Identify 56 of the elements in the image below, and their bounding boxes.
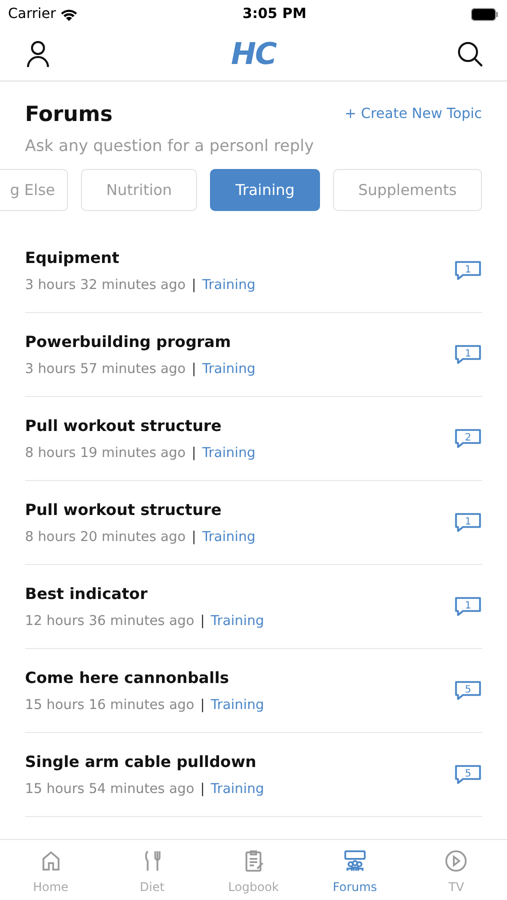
reply-count-icon[interactable]: 1 xyxy=(454,260,482,282)
topic-category-link[interactable]: Training xyxy=(210,696,264,712)
topic-time: 15 hours 16 minutes ago xyxy=(25,696,194,712)
battery-icon xyxy=(471,8,499,20)
reply-count-icon[interactable]: 1 xyxy=(454,512,482,534)
topic-title[interactable]: Powerbuilding program xyxy=(25,332,256,350)
profile-button[interactable] xyxy=(26,40,50,68)
wifi-icon xyxy=(60,8,78,20)
tab-bar-item[interactable]: Logbook xyxy=(202,840,304,900)
app-logo: HC xyxy=(230,36,276,72)
meta-separator: | xyxy=(192,360,196,376)
tab-bar-item[interactable]: Forums xyxy=(304,840,406,900)
tab-bar-item[interactable]: Home xyxy=(0,840,102,900)
topic-time: 8 hours 19 minutes ago xyxy=(25,444,186,460)
play-icon xyxy=(443,848,470,874)
category-tab[interactable]: Supplements xyxy=(332,169,482,211)
topic-category-link[interactable]: Training xyxy=(210,612,264,628)
reply-count-icon[interactable]: 5 xyxy=(454,764,482,786)
topic-title[interactable]: Pull workout structure xyxy=(25,500,256,518)
create-topic-link[interactable]: + Create New Topic xyxy=(344,106,482,122)
reply-count-icon[interactable]: 1 xyxy=(454,596,482,618)
topic-time: 15 hours 54 minutes ago xyxy=(25,780,194,796)
topic-category-link[interactable]: Training xyxy=(202,528,256,544)
topic-time: 12 hours 36 minutes ago xyxy=(25,612,194,628)
topic-category-link[interactable]: Training xyxy=(202,444,256,460)
topic-title[interactable]: Come here cannonballs xyxy=(25,668,264,686)
reply-count-icon[interactable]: 2 xyxy=(454,428,482,450)
topic-time: 3 hours 57 minutes ago xyxy=(25,360,186,376)
page-subtitle: Ask any question for a personl reply xyxy=(25,136,315,155)
meta-separator: | xyxy=(192,444,196,460)
tab-bar-item[interactable]: Diet xyxy=(101,840,203,900)
category-tab[interactable]: Nutrition xyxy=(81,169,198,211)
search-button[interactable] xyxy=(457,41,483,67)
clock-time: 3:05 PM xyxy=(242,6,306,22)
tab-bar-item[interactable]: TV xyxy=(406,840,507,900)
category-tab[interactable]: g Else xyxy=(0,169,68,211)
reply-count-icon[interactable]: 1 xyxy=(454,344,482,366)
topic-category-link[interactable]: Training xyxy=(202,276,256,292)
meta-separator: | xyxy=(200,780,205,796)
topic-title[interactable]: Single arm cable pulldown xyxy=(25,752,264,770)
topic-title[interactable]: Equipment xyxy=(25,248,256,266)
meta-separator: | xyxy=(192,528,196,544)
carrier-label: Carrier xyxy=(8,6,56,22)
topic-title[interactable]: Best indicator xyxy=(25,584,264,602)
group-icon xyxy=(342,848,368,874)
meta-separator: | xyxy=(200,612,205,628)
reply-count-icon[interactable]: 5 xyxy=(454,680,482,702)
topic-category-link[interactable]: Training xyxy=(210,780,264,796)
page-title: Forums xyxy=(25,102,113,126)
meta-separator: | xyxy=(200,696,205,712)
topic-time: 3 hours 32 minutes ago xyxy=(25,276,186,292)
topic-category-link[interactable]: Training xyxy=(202,360,256,376)
topic-title[interactable]: Pull workout structure xyxy=(25,416,256,434)
meta-separator: | xyxy=(192,276,196,292)
topic-time: 8 hours 20 minutes ago xyxy=(25,528,186,544)
category-tab[interactable]: Training xyxy=(210,169,320,211)
